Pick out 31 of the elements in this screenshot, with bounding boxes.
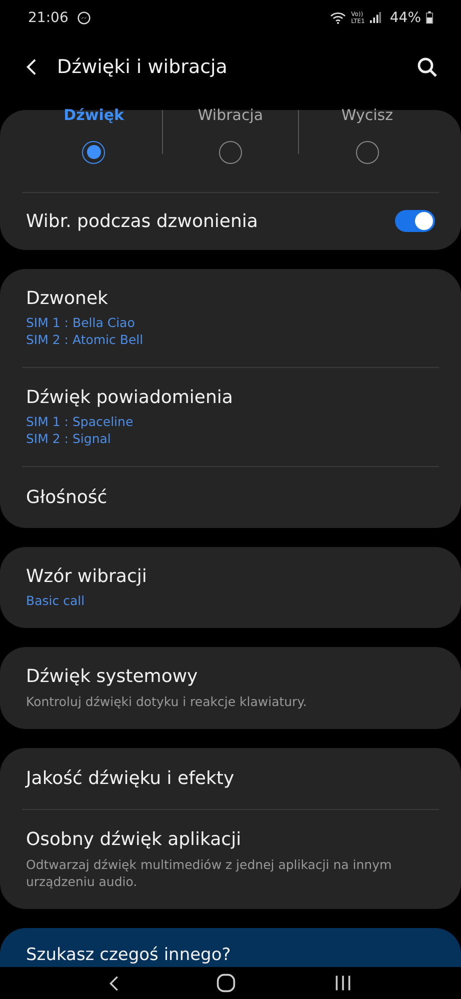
battery-level: 44% <box>390 10 421 26</box>
setting-title[interactable]: Wzór wibracji <box>26 566 147 587</box>
wifi-icon <box>330 12 346 24</box>
setting-description: Odtwarzaj dźwięk multimediów z jednej aplikacji na innym urządzeniu audio. <box>26 856 393 890</box>
search-icon[interactable] <box>417 56 437 77</box>
setting-title[interactable]: Dzwonek <box>26 288 108 309</box>
sound-mode-option[interactable]: Wycisz <box>299 106 436 192</box>
setting-value: SIM 2 : Signal <box>26 430 111 447</box>
setting-description: Kontroluj dźwięki dotyku i reakcje klawiatury. <box>26 692 307 710</box>
setting-value: SIM 1 : Spaceline <box>26 412 134 430</box>
setting-label: Wibr. podczas dzwonienia <box>26 210 258 232</box>
setting-value: SIM 2 : Atomic Bell <box>26 330 144 348</box>
home-icon[interactable] <box>216 973 236 993</box>
page-title: Dźwięki i wibracja <box>57 56 228 78</box>
setting-title[interactable]: Głośność <box>26 486 108 508</box>
setting-value: Basic call <box>26 592 85 609</box>
messenger-icon <box>77 10 92 25</box>
sound-mode-option[interactable]: Wibracja <box>162 106 298 192</box>
recent-apps-icon[interactable] <box>334 974 352 992</box>
setting-title[interactable]: Dźwięk systemowy <box>26 666 198 687</box>
sound-mode-option[interactable]: Dźwięk <box>26 106 162 192</box>
battery-icon <box>426 11 433 24</box>
setting-title[interactable]: Osobny dźwięk aplikacji <box>26 828 242 850</box>
setting-title[interactable]: Dźwięk powiadomienia <box>26 386 233 408</box>
setting-value: SIM 1 : Bella Ciao <box>26 314 135 331</box>
toggle-switch[interactable] <box>395 210 435 232</box>
status-time: 21:06 <box>28 10 68 26</box>
suggestion-title: Szukasz czegoś innego? <box>26 945 231 965</box>
setting-title[interactable]: Jakość dźwięku i efekty <box>26 768 234 789</box>
signal-icon <box>370 12 381 24</box>
back-icon[interactable] <box>108 974 119 992</box>
